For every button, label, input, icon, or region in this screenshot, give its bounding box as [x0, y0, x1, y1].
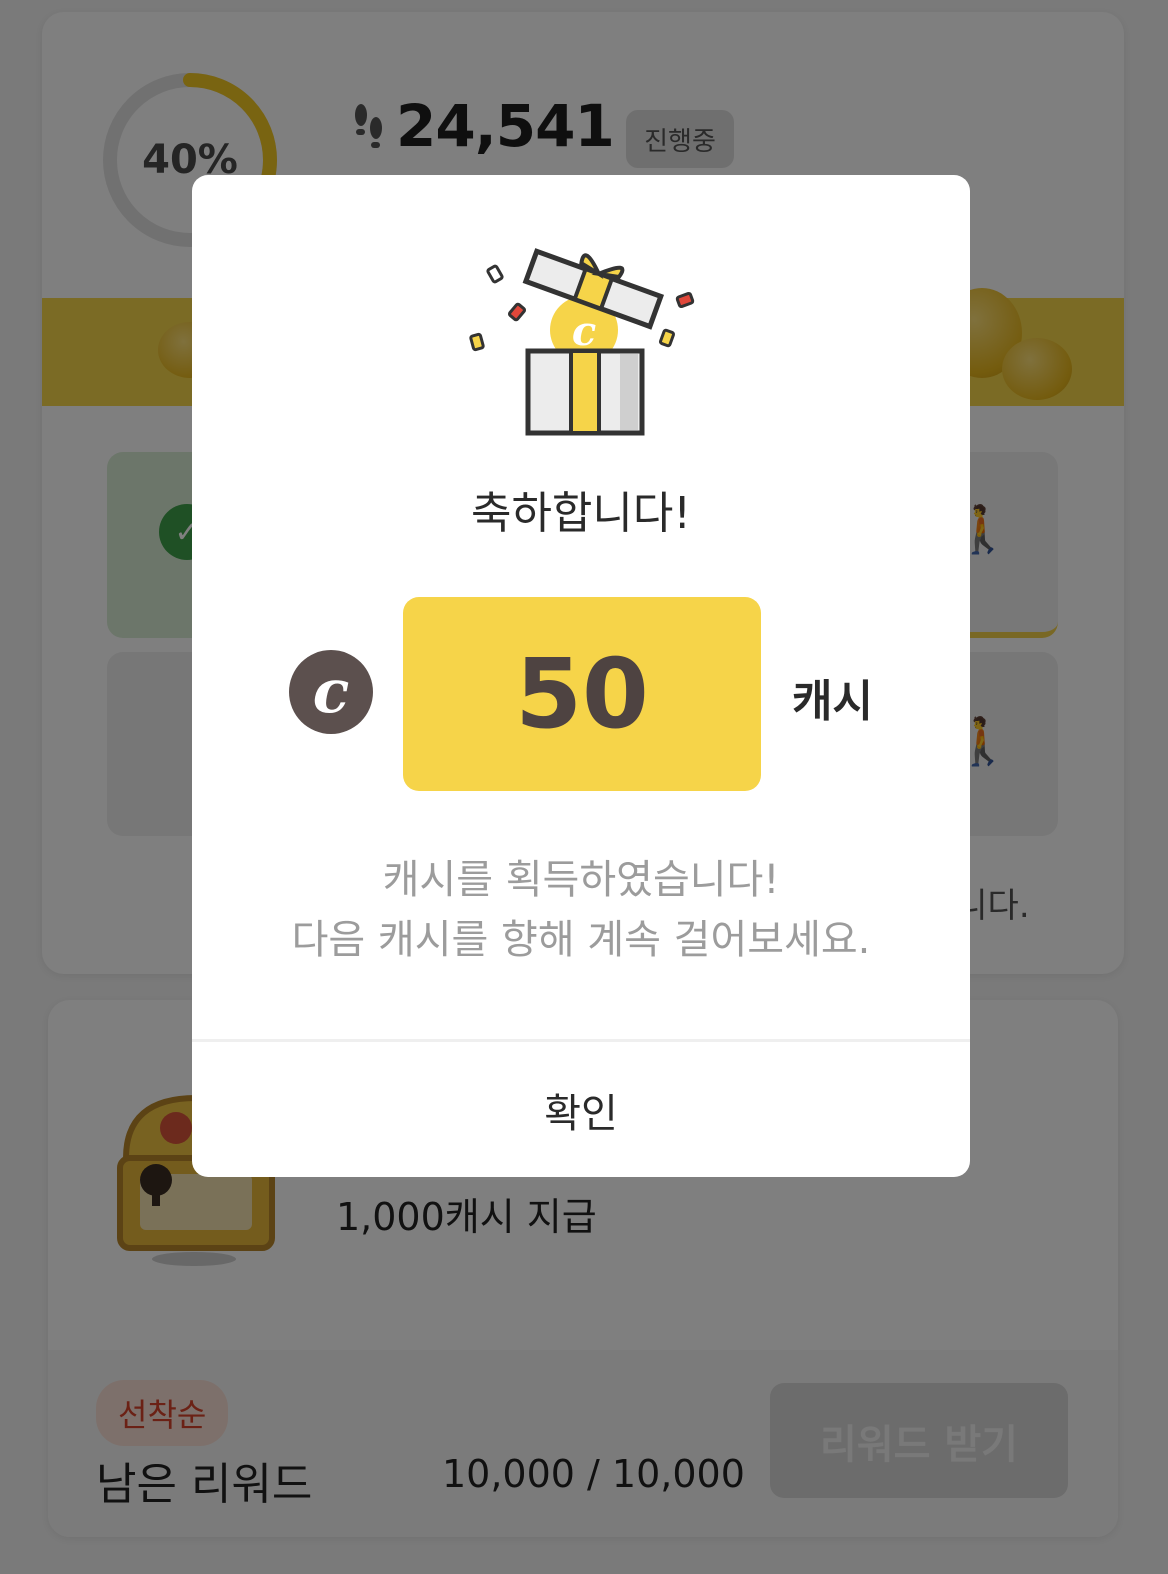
- reward-unit: 캐시: [792, 676, 873, 727]
- reward-dialog: c 축하합니다! c 50 캐시 캐시를 획득하였습니다! 다음 캐시를 향해 …: [192, 175, 970, 1177]
- reward-amount: 50: [403, 597, 761, 791]
- cash-coin-icon: c: [289, 650, 373, 734]
- confirm-button[interactable]: 확인: [192, 1042, 970, 1177]
- message-line-2: 다음 캐시를 향해 계속 걸어보세요.: [291, 917, 871, 963]
- svg-text:c: c: [572, 308, 596, 355]
- dialog-title: 축하합니다!: [470, 488, 692, 539]
- gift-box-icon: c: [469, 248, 695, 436]
- message-line-1: 캐시를 획득하였습니다!: [382, 857, 780, 903]
- dialog-message: 캐시를 획득하였습니다! 다음 캐시를 향해 계속 걸어보세요.: [192, 850, 970, 970]
